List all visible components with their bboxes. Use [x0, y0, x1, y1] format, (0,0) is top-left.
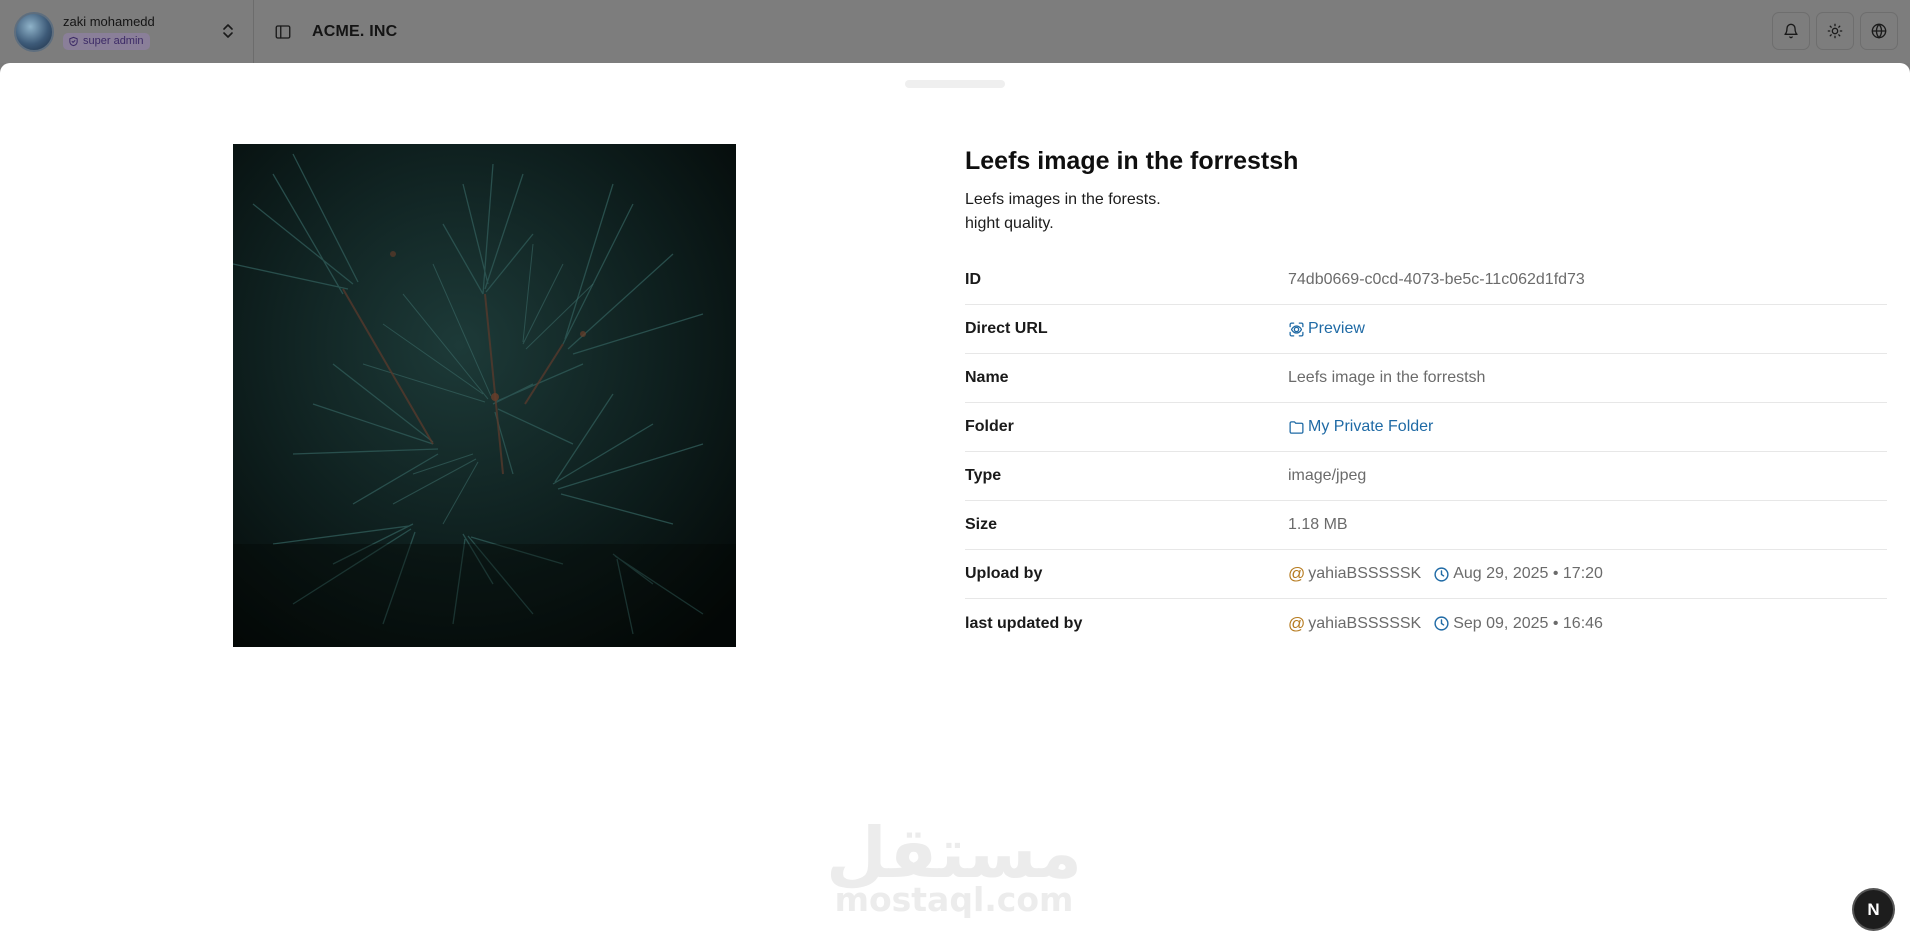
meta-label: last updated by	[965, 614, 1083, 632]
notifications-button[interactable]	[1772, 12, 1810, 50]
preview-link-text[interactable]: Preview	[1308, 320, 1365, 338]
meta-row-size: Size 1.18 MB	[965, 501, 1887, 550]
meta-value-id: 74db0669-c0cd-4073-be5c-11c062d1fd73	[1288, 271, 1585, 288]
file-preview-image	[233, 144, 736, 647]
at-icon: @	[1288, 564, 1306, 583]
chevron-up-down-icon[interactable]	[221, 22, 235, 40]
meta-row-name: Name Leefs image in the forrestsh	[965, 354, 1887, 403]
meta-value-size: 1.18 MB	[1288, 516, 1348, 533]
globe-icon	[1871, 23, 1887, 39]
file-details: Leefs image in the forrestsh Leefs image…	[965, 144, 1887, 648]
meta-label: Type	[965, 467, 1002, 484]
folder-icon	[1289, 420, 1304, 434]
meta-value-upload: @ yahiaBSSSSSK Aug 29, 2025 • 17:20	[1288, 564, 1603, 584]
user-info: zaki mohamedd super admin	[63, 14, 155, 50]
top-actions	[1772, 12, 1898, 50]
upload-date: Aug 29, 2025 • 17:20	[1453, 565, 1603, 582]
file-title: Leefs image in the forrestsh	[965, 147, 1299, 175]
updated-user: yahiaBSSSSSK	[1308, 614, 1422, 632]
meta-label: ID	[965, 271, 981, 288]
meta-row-updated: last updated by @ yahiaBSSSSSK Sep 09, 2…	[965, 599, 1887, 648]
meta-label: Folder	[965, 418, 1014, 435]
sun-icon	[1827, 23, 1843, 39]
folder-link-text[interactable]: My Private Folder	[1308, 418, 1433, 436]
meta-row-upload: Upload by @ yahiaBSSSSSK Aug 29, 2025 • …	[965, 550, 1887, 599]
meta-row-id: ID 74db0669-c0cd-4073-be5c-11c062d1fd73	[965, 256, 1887, 305]
clock-icon	[1434, 616, 1449, 631]
folder-link[interactable]: My Private Folder	[1288, 418, 1433, 436]
theme-toggle-button[interactable]	[1816, 12, 1854, 50]
dev-tools-badge[interactable]: N	[1854, 890, 1893, 929]
sidebar-toggle-icon[interactable]	[274, 23, 292, 41]
updated-date: Sep 09, 2025 • 16:46	[1453, 614, 1603, 632]
shield-icon	[69, 36, 78, 46]
meta-label: Upload by	[965, 565, 1043, 582]
clock-icon	[1434, 566, 1449, 582]
language-button[interactable]	[1860, 12, 1898, 50]
meta-row-url: Direct URL Preview	[965, 305, 1887, 354]
role-label: super admin	[83, 35, 144, 47]
role-badge: super admin	[63, 32, 150, 50]
file-details-sheet: Leefs image in the forrestsh Leefs image…	[0, 63, 1910, 946]
preview-link[interactable]: Preview	[1288, 320, 1365, 338]
meta-label: Size	[965, 516, 998, 533]
meta-label: Name	[965, 369, 1009, 386]
meta-label: Direct URL	[965, 320, 1048, 337]
file-description: Leefs images in the forests. hight quali…	[965, 191, 1161, 232]
meta-value-name: Leefs image in the forrestsh	[1288, 369, 1486, 386]
drag-handle[interactable]	[905, 80, 1005, 88]
preview-icon	[1289, 321, 1304, 337]
at-icon: @	[1288, 613, 1306, 633]
meta-table: ID 74db0669-c0cd-4073-be5c-11c062d1fd73 …	[965, 256, 1887, 648]
bell-icon	[1784, 23, 1798, 39]
brand-name: ACME. INC	[312, 22, 398, 40]
meta-row-type: Type image/jpeg	[965, 452, 1887, 501]
watermark: مستقل mostaql.com	[826, 815, 1082, 945]
upload-user: yahiaBSSSSSK	[1308, 565, 1422, 582]
avatar	[14, 11, 54, 52]
watermark-latin: mostaql.com	[834, 880, 1074, 919]
user-switcher[interactable]: zaki mohamedd super admin	[0, 0, 254, 63]
top-bar: zaki mohamedd super admin ACME. INC	[0, 0, 1910, 63]
user-name: zaki mohamedd	[63, 13, 155, 29]
meta-value-type: image/jpeg	[1288, 467, 1367, 484]
meta-value-updated: @ yahiaBSSSSSK Sep 09, 2025 • 16:46	[1288, 614, 1603, 634]
meta-row-folder: Folder My Private Folder	[965, 403, 1887, 452]
